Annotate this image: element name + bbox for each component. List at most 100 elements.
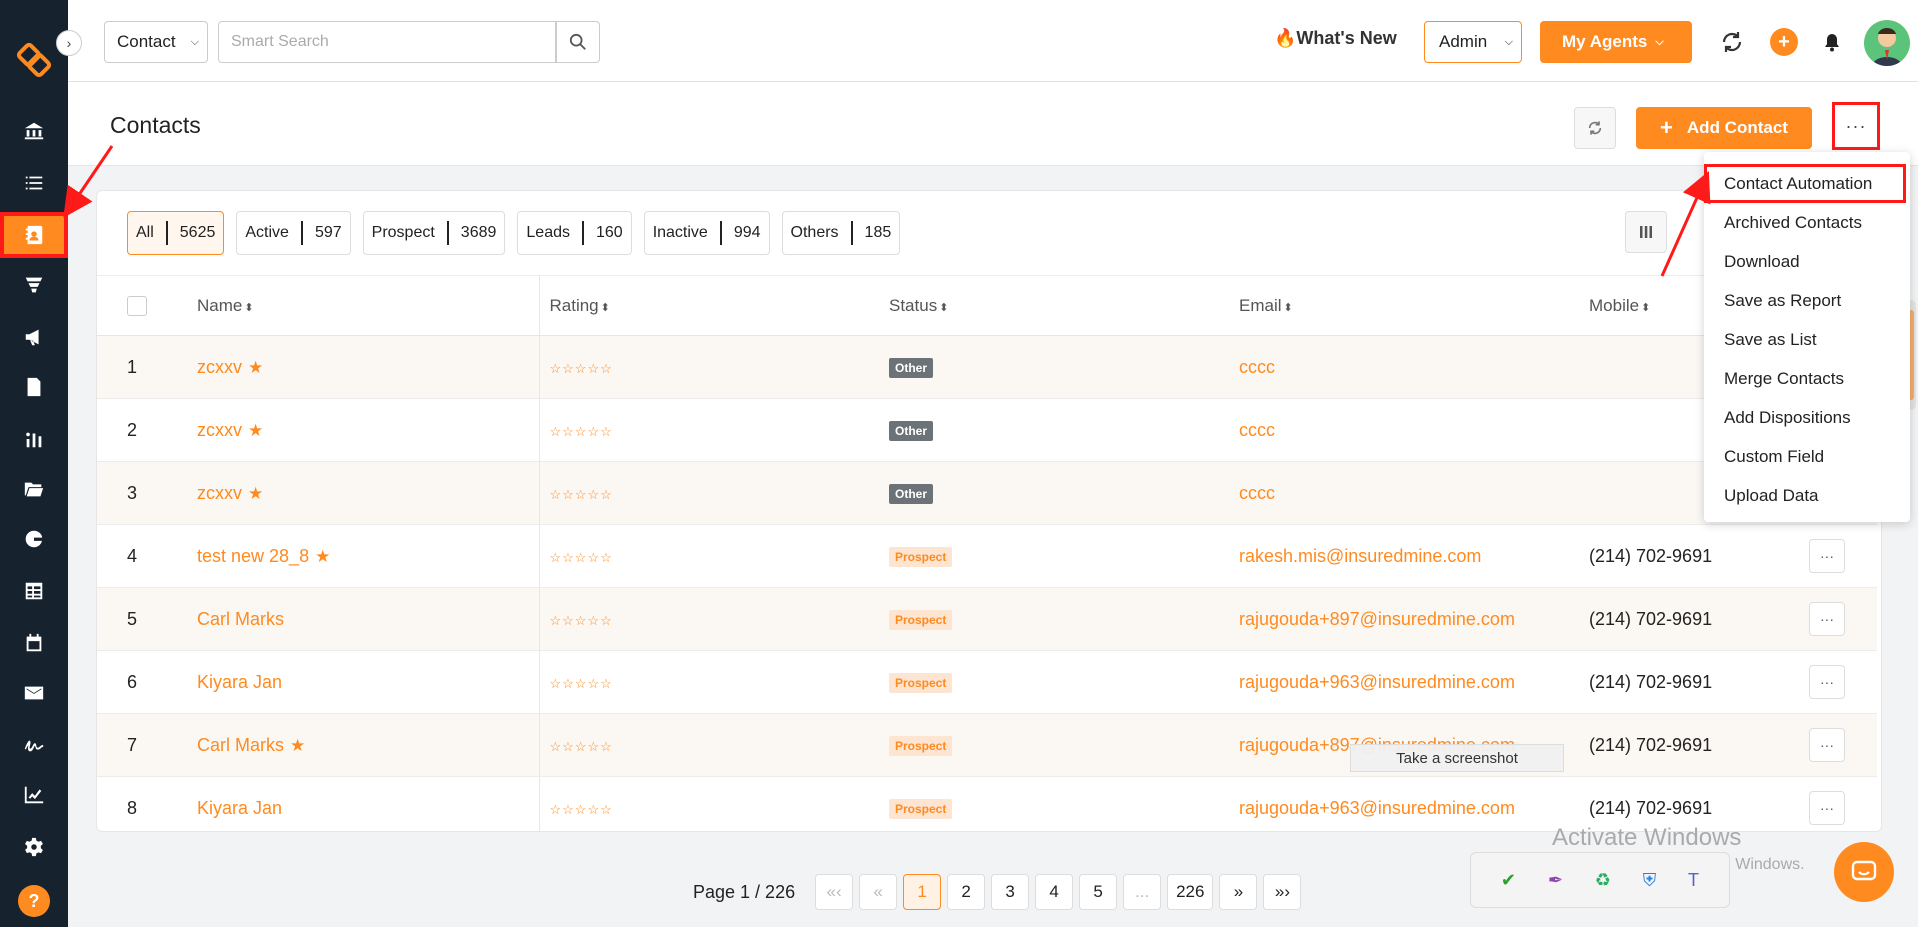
rating-stars[interactable]: ☆☆☆☆☆ (550, 487, 613, 502)
more-options-button[interactable]: ··· (1832, 102, 1880, 150)
column-header-status[interactable]: Status ⬍ (889, 275, 1239, 336)
contact-name-link[interactable]: zcxxv (197, 357, 242, 377)
rating-stars[interactable]: ☆☆☆☆☆ (550, 361, 613, 376)
menu-item-contact-automation[interactable]: Contact Automation (1704, 164, 1906, 203)
sidebar-item-google[interactable] (0, 516, 68, 562)
sidebar-item-users-chart[interactable] (0, 416, 68, 462)
table-row[interactable]: 1 zcxxv ★ ☆☆☆☆☆ Other cccc (97, 335, 1877, 399)
sidebar-item-list[interactable] (0, 160, 68, 206)
email-link[interactable]: cccc (1239, 420, 1275, 440)
teams-icon[interactable]: T (1688, 870, 1699, 891)
column-settings-button[interactable] (1625, 211, 1667, 253)
page-button[interactable]: « (859, 874, 898, 910)
search-button[interactable] (556, 21, 600, 63)
filter-chip-prospect[interactable]: Prospect 3689 (362, 211, 506, 255)
column-header-name[interactable]: Name ⬍ (197, 275, 540, 336)
menu-item-custom-field[interactable]: Custom Field (1704, 437, 1910, 476)
contact-name-link[interactable]: zcxxv (197, 420, 242, 440)
sidebar-item-table[interactable] (0, 568, 68, 614)
user-avatar[interactable] (1864, 20, 1910, 66)
add-contact-button[interactable]: + Add Contact (1636, 107, 1812, 149)
sidebar-item-folder-open[interactable] (0, 466, 68, 512)
menu-item-add-dispositions[interactable]: Add Dispositions (1704, 398, 1910, 437)
row-actions-button[interactable]: ··· (1809, 728, 1845, 762)
email-link[interactable]: cccc (1239, 357, 1275, 377)
row-actions-button[interactable]: ··· (1809, 602, 1845, 636)
bell-icon[interactable] (1822, 32, 1842, 52)
menu-item-merge-contacts[interactable]: Merge Contacts (1704, 359, 1910, 398)
contact-name-link[interactable]: Carl Marks (197, 609, 284, 629)
sync-icon[interactable] (1720, 30, 1744, 54)
star-icon[interactable]: ★ (248, 421, 263, 440)
sidebar-item-contact-book[interactable] (0, 212, 68, 258)
table-row[interactable]: 5 Carl Marks ☆☆☆☆☆ Prospect rajugouda+897@in… (97, 587, 1877, 651)
shield-check-icon[interactable]: ✔ (1501, 870, 1516, 891)
sidebar-item-funnel[interactable] (0, 262, 68, 308)
page-button[interactable]: 226 (1167, 874, 1214, 910)
page-button[interactable]: »› (1263, 874, 1302, 910)
contact-name-link[interactable]: Kiyara Jan (197, 798, 282, 818)
sidebar-item-mail[interactable] (0, 670, 68, 716)
table-row[interactable]: 2 zcxxv ★ ☆☆☆☆☆ Other cccc (97, 398, 1877, 462)
role-select[interactable]: Admin ⌵ (1424, 21, 1522, 63)
search-context-select[interactable]: Contact ⌵ (104, 21, 208, 63)
rating-stars[interactable]: ☆☆☆☆☆ (550, 550, 613, 565)
table-row[interactable]: 6 Kiyara Jan ☆☆☆☆☆ Prospect rajugouda+963@in… (97, 650, 1877, 714)
rating-stars[interactable]: ☆☆☆☆☆ (550, 739, 613, 754)
select-all-checkbox[interactable] (127, 295, 147, 316)
sidebar-item-line-chart[interactable] (0, 772, 68, 818)
page-button[interactable]: » (1219, 874, 1258, 910)
star-icon[interactable]: ★ (248, 484, 263, 503)
sidebar-item-signature[interactable] (0, 722, 68, 768)
page-button[interactable]: 4 (1035, 874, 1074, 910)
security-shield-icon[interactable]: ⛨ (1643, 870, 1657, 891)
help-button[interactable]: ? (18, 885, 50, 917)
page-button[interactable]: 5 (1079, 874, 1118, 910)
rating-stars[interactable]: ☆☆☆☆☆ (550, 424, 613, 439)
sidebar-item-bank[interactable] (0, 108, 68, 154)
email-link[interactable]: rajugouda+963@insuredmine.com (1239, 798, 1515, 818)
contact-name-link[interactable]: Kiyara Jan (197, 672, 282, 692)
menu-item-upload-data[interactable]: Upload Data (1704, 476, 1910, 515)
menu-item-download[interactable]: Download (1704, 242, 1910, 281)
contact-name-link[interactable]: Carl Marks (197, 735, 284, 755)
menu-item-save-as-report[interactable]: Save as Report (1704, 281, 1910, 320)
contact-name-link[interactable]: test new 28_8 (197, 546, 309, 566)
rating-stars[interactable]: ☆☆☆☆☆ (550, 676, 613, 691)
quick-add-button[interactable]: + (1770, 28, 1798, 56)
email-link[interactable]: rajugouda+963@insuredmine.com (1239, 672, 1515, 692)
email-link[interactable]: rajugouda+897@insuredmine.com (1239, 609, 1515, 629)
page-button[interactable]: 1 (903, 874, 942, 910)
contact-name-link[interactable]: zcxxv (197, 483, 242, 503)
email-link[interactable]: cccc (1239, 483, 1275, 503)
my-agents-button[interactable]: My Agents ⌵ (1540, 21, 1692, 63)
sidebar-expand-button[interactable]: › (56, 30, 82, 56)
page-button[interactable]: 3 (991, 874, 1030, 910)
sidebar-item-calendar[interactable] (0, 620, 68, 666)
menu-item-save-as-list[interactable]: Save as List (1704, 320, 1910, 359)
row-actions-button[interactable]: ··· (1809, 539, 1845, 573)
smart-search-input[interactable]: Smart Search (218, 21, 556, 63)
sidebar-item-document[interactable] (0, 364, 68, 410)
row-actions-button[interactable]: ··· (1809, 791, 1845, 825)
page-button[interactable]: 2 (947, 874, 986, 910)
star-icon[interactable]: ★ (248, 358, 263, 377)
page-button[interactable]: «‹ (815, 874, 854, 910)
row-actions-button[interactable]: ··· (1809, 665, 1845, 699)
page-button[interactable]: ... (1123, 874, 1162, 910)
table-row[interactable]: 7Carl Marks★☆☆☆☆☆Prospectrajugouda+897@i… (97, 713, 1877, 777)
app-logo-icon[interactable] (14, 40, 54, 80)
filter-chip-active[interactable]: Active 597 (236, 211, 351, 255)
pen-icon[interactable]: ✒ (1548, 870, 1563, 891)
filter-chip-others[interactable]: Others 185 (781, 211, 901, 255)
column-header-rating[interactable]: Rating ⬍ (539, 275, 889, 336)
refresh-list-button[interactable] (1574, 107, 1616, 149)
email-link[interactable]: rakesh.mis@insuredmine.com (1239, 546, 1481, 566)
table-row[interactable]: 3 zcxxv ★ ☆☆☆☆☆ Other cccc (97, 461, 1877, 525)
star-icon[interactable]: ★ (315, 547, 330, 566)
column-header-email[interactable]: Email ⬍ (1239, 275, 1589, 336)
filter-chip-all[interactable]: All 5625 (127, 211, 225, 255)
recycle-icon[interactable]: ♻ (1595, 870, 1611, 891)
rating-stars[interactable]: ☆☆☆☆☆ (550, 802, 613, 817)
star-icon[interactable]: ★ (290, 736, 305, 755)
